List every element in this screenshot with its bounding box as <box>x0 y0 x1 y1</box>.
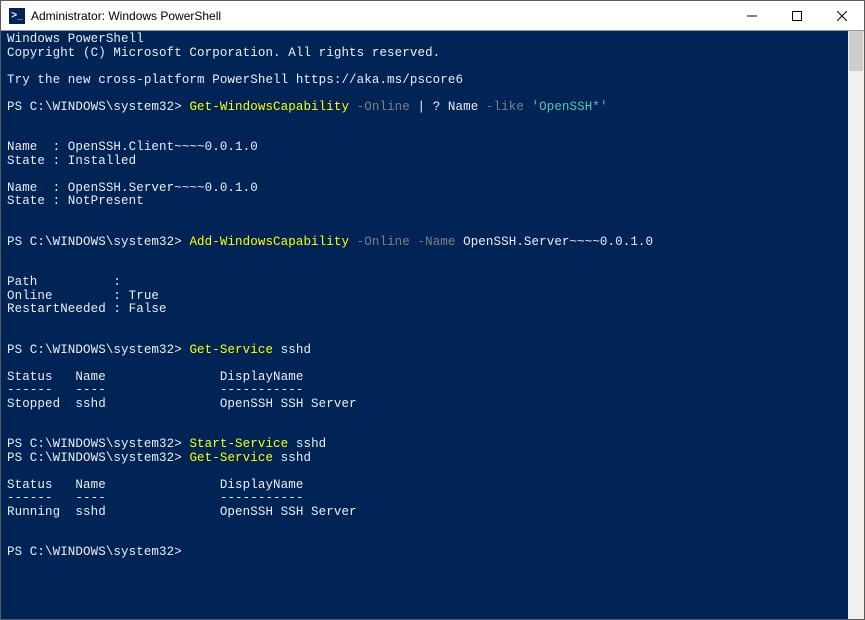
string-literal: 'OpenSSH*' <box>532 100 608 114</box>
powershell-icon: >_ <box>9 8 25 24</box>
vertical-scrollbar[interactable] <box>848 31 864 619</box>
prompt: PS C:\WINDOWS\system32> <box>7 451 189 465</box>
prompt: PS C:\WINDOWS\system32> <box>7 235 189 249</box>
argument: sshd <box>288 437 326 451</box>
minimize-button[interactable] <box>729 1 774 30</box>
pipe: | ? <box>418 100 448 114</box>
command-output: Status Name DisplayName ------ ---- ----… <box>7 478 357 519</box>
terminal-pane[interactable]: Windows PowerShell Copyright (C) Microso… <box>1 31 864 619</box>
param: -Online -Name <box>349 235 463 249</box>
powershell-window: >_ Administrator: Windows PowerShell Win… <box>0 0 865 620</box>
intro-line: Windows PowerShell <box>7 32 144 46</box>
cmdlet: Get-WindowsCapability <box>189 100 349 114</box>
cmdlet: Get-Service <box>189 451 273 465</box>
prompt: PS C:\WINDOWS\system32> <box>7 437 189 451</box>
argument: OpenSSH.Server~~~~0.0.1.0 <box>463 235 653 249</box>
prompt: PS C:\WINDOWS\system32> <box>7 545 189 559</box>
scrollbar-thumb[interactable] <box>849 31 863 71</box>
titlebar[interactable]: >_ Administrator: Windows PowerShell <box>1 1 864 31</box>
close-button[interactable] <box>819 1 864 30</box>
param-name: Name <box>448 100 486 114</box>
prompt: PS C:\WINDOWS\system32> <box>7 343 189 357</box>
maximize-button[interactable] <box>774 1 819 30</box>
cmdlet: Start-Service <box>189 437 288 451</box>
param: -Online <box>349 100 417 114</box>
argument: sshd <box>273 451 311 465</box>
command-output: Path : Online : True RestartNeeded : Fal… <box>7 275 167 316</box>
prompt: PS C:\WINDOWS\system32> <box>7 100 189 114</box>
window-title: Administrator: Windows PowerShell <box>31 9 729 23</box>
command-output: Status Name DisplayName ------ ---- ----… <box>7 370 357 411</box>
argument: sshd <box>273 343 311 357</box>
window-controls <box>729 1 864 30</box>
command-output: Name : OpenSSH.Client~~~~0.0.1.0 State :… <box>7 140 258 208</box>
intro-line: Copyright (C) Microsoft Corporation. All… <box>7 46 440 60</box>
param: -like <box>486 100 532 114</box>
intro-line: Try the new cross-platform PowerShell ht… <box>7 73 463 87</box>
cmdlet: Add-WindowsCapability <box>189 235 349 249</box>
cmdlet: Get-Service <box>189 343 273 357</box>
